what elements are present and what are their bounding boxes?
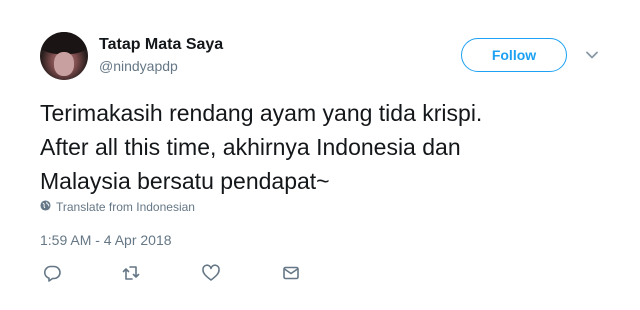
user-display-name[interactable]: Tatap Mata Saya [99,36,223,54]
user-handle[interactable]: @nindyapdp [99,58,178,74]
tweet-card: Tatap Mata Saya @nindyapdp Follow Terima… [0,0,640,310]
tweet-timestamp[interactable]: 1:59 AM - 4 Apr 2018 [40,232,172,248]
avatar-hair [40,32,88,54]
avatar-face [54,52,74,76]
message-icon[interactable] [281,263,301,283]
chevron-down-icon[interactable] [585,48,599,62]
follow-button[interactable]: Follow [461,38,567,72]
reply-icon[interactable] [42,263,62,283]
like-icon[interactable] [201,263,221,283]
retweet-icon[interactable] [121,263,141,283]
avatar[interactable] [40,32,88,80]
tweet-text: Terimakasih rendang ayam yang tida krisp… [40,100,483,194]
globe-icon [40,200,51,214]
translate-link[interactable]: Translate from Indonesian [40,200,195,214]
translate-label: Translate from Indonesian [56,200,195,214]
